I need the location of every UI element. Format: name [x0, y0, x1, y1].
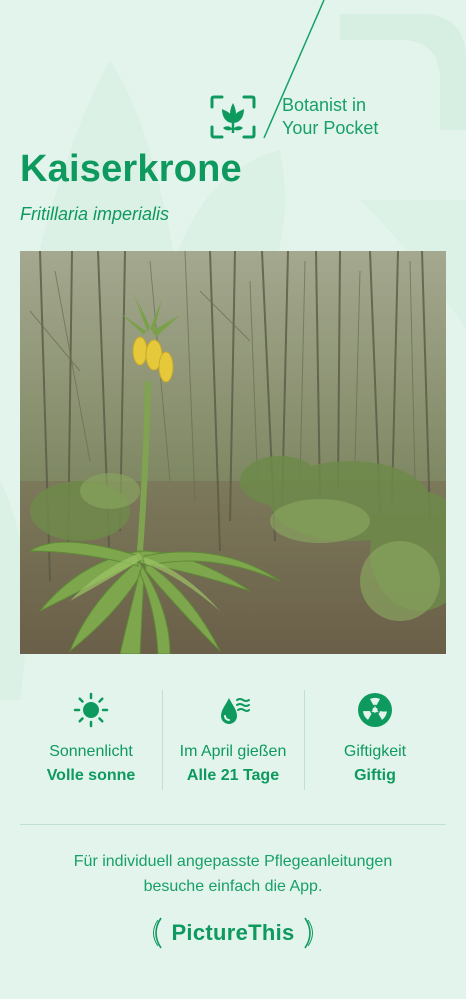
stat-watering-label: Im April gießen: [179, 743, 287, 760]
care-stats: Sonnenlicht Volle sonne Im April gießen …: [20, 688, 446, 790]
picturethis-logo[interactable]: PictureThis: [140, 914, 326, 952]
left-laurel-icon: [153, 917, 163, 949]
stat-toxicity-value: Giftig: [354, 767, 396, 784]
cta-line-2: besuche einfach die App.: [143, 878, 323, 895]
stat-toxicity: Giftigkeit Giftig: [304, 688, 446, 790]
stat-sunlight-label: Sonnenlicht: [49, 743, 133, 760]
section-divider: [20, 824, 446, 825]
tagline-line-2: Your Pocket: [282, 118, 379, 138]
plant-scan-icon: [210, 95, 256, 139]
stat-sunlight: Sonnenlicht Volle sonne: [20, 688, 162, 790]
app-cta: Für individuell angepasste Pflegeanleitu…: [20, 849, 446, 899]
stat-watering-value: Alle 21 Tage: [186, 767, 280, 784]
footer-brand-name: PictureThis: [171, 920, 295, 945]
stat-sunlight-value: Volle sonne: [46, 767, 136, 784]
plant-scientific-name: Fritillaria imperialis: [20, 204, 170, 224]
water-drop-icon: [221, 698, 250, 724]
right-laurel-icon: [303, 917, 313, 949]
tagline-line-1: Botanist in: [282, 95, 367, 115]
plant-common-name: Kaiserkrone: [20, 148, 242, 190]
cta-line-1: Für individuell angepasste Pflegeanleitu…: [73, 853, 393, 870]
sun-icon: [73, 692, 109, 728]
plant-photo: [20, 251, 446, 654]
toxicity-icon: [358, 693, 392, 727]
stat-toxicity-label: Giftigkeit: [343, 743, 407, 760]
brand-tagline: Botanist in Your Pocket: [282, 94, 378, 140]
stat-watering: Im April gießen Alle 21 Tage: [162, 688, 304, 790]
